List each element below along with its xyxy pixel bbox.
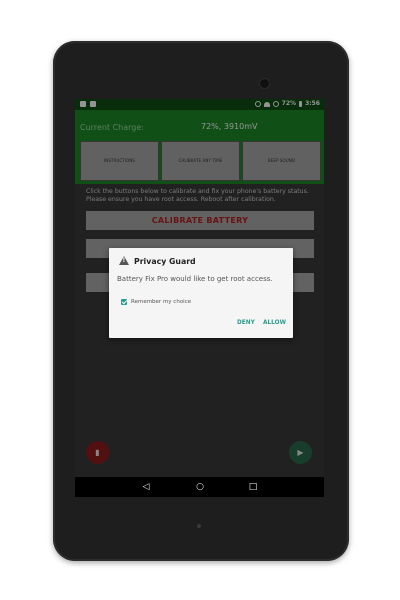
deny-button[interactable]: DENY [237, 320, 255, 326]
privacy-guard-dialog: Privacy Guard Battery Fix Pro would like… [109, 248, 293, 338]
dialog-message: Battery Fix Pro would like to get root a… [117, 275, 273, 283]
home-icon[interactable]: ○ [195, 482, 205, 492]
remember-choice-label: Remember my choice [131, 299, 192, 305]
navigation-bar: ◁ ○ □ [75, 477, 324, 497]
remember-choice-row[interactable]: Remember my choice [121, 299, 191, 305]
remember-choice-checkbox[interactable] [121, 299, 127, 305]
dialog-title: Privacy Guard [134, 257, 196, 266]
recents-icon[interactable]: □ [248, 482, 258, 492]
sensor-dot [197, 524, 201, 528]
front-camera-icon [260, 79, 269, 88]
allow-button[interactable]: ALLOW [263, 320, 286, 326]
back-icon[interactable]: ◁ [141, 482, 151, 492]
warning-icon [119, 256, 129, 265]
